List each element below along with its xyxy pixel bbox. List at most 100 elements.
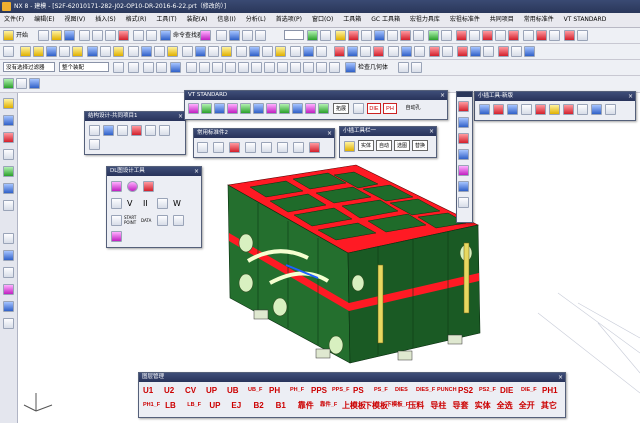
std-part-3-icon[interactable]	[229, 142, 240, 153]
small-tool-diamond-icon[interactable]	[344, 141, 355, 152]
redo-icon[interactable]	[146, 30, 157, 41]
layer-button-row2-3[interactable]: UP	[209, 399, 220, 412]
project-curve-icon[interactable]	[523, 30, 534, 41]
control-point-icon[interactable]	[225, 62, 236, 73]
feature-select-icon[interactable]	[143, 62, 154, 73]
layer-button-row1-5[interactable]: UB_F	[248, 384, 262, 397]
dl-ii-label[interactable]: II	[143, 198, 148, 209]
divide-curve-icon[interactable]	[564, 30, 575, 41]
dl-tool-b-icon[interactable]	[157, 215, 168, 226]
vt-tool-3-icon[interactable]	[214, 103, 225, 114]
vtool-6-icon[interactable]	[458, 181, 469, 192]
hd3d-tools-icon[interactable]	[3, 166, 14, 177]
offset-curve-icon[interactable]	[482, 30, 493, 41]
vtool-2-icon[interactable]	[458, 117, 469, 128]
struct-tool-2-icon[interactable]	[103, 125, 114, 136]
analysis-icon[interactable]	[398, 62, 409, 73]
menu-item-gc-toolbox[interactable]: GC 工具箱	[367, 13, 404, 27]
layer-button-row1-14[interactable]: PUNCH	[437, 384, 457, 397]
layer-button-row2-7[interactable]: 靠件	[298, 399, 314, 412]
layer-button-row1-1[interactable]: U2	[164, 384, 174, 397]
new-tool-8-icon[interactable]	[577, 104, 588, 115]
std-part-4-icon[interactable]	[245, 142, 256, 153]
rotate-icon[interactable]	[242, 30, 253, 41]
dl-hatch-icon[interactable]	[157, 198, 168, 209]
layer-button-row1-3[interactable]: UP	[206, 384, 217, 397]
layer-button-row2-18[interactable]: 其它	[541, 399, 557, 412]
constraint-navigator-icon[interactable]	[3, 115, 14, 126]
arc-icon[interactable]	[361, 30, 372, 41]
point-on-face-icon[interactable]	[303, 62, 314, 73]
measure-icon[interactable]	[428, 30, 439, 41]
snap-point-icon[interactable]	[186, 62, 197, 73]
menu-item-edit[interactable]: 编辑(E)	[30, 13, 58, 27]
dl-circle-icon[interactable]	[127, 181, 138, 192]
bridge-curve-icon[interactable]	[495, 30, 506, 41]
undo-icon[interactable]	[133, 30, 144, 41]
new-tool-5-icon[interactable]	[535, 104, 546, 115]
layer-button-row1-12[interactable]: DIES	[395, 384, 408, 397]
menu-item-toolbox[interactable]: 工具箱	[339, 13, 365, 27]
chamfer-icon[interactable]	[141, 46, 152, 57]
enlarge-icon[interactable]	[498, 46, 509, 57]
dl-data-label[interactable]: DATA	[141, 215, 151, 226]
dl-start-point-label[interactable]: START POINT	[124, 215, 138, 225]
layer-button-row2-8[interactable]: 靠件_F	[320, 399, 337, 412]
layer-button-row1-4[interactable]: UB	[227, 384, 239, 397]
start-label[interactable]: 开始	[16, 30, 28, 41]
curve-icon[interactable]	[456, 30, 467, 41]
copy-icon[interactable]	[92, 30, 103, 41]
datum-axis-icon[interactable]	[303, 46, 314, 57]
menu-item-preferences[interactable]: 首选项(P)	[272, 13, 306, 27]
close-icon[interactable]: ×	[178, 112, 183, 121]
menu-item-window[interactable]: 窗口(O)	[308, 13, 337, 27]
dl-square-icon[interactable]	[111, 181, 122, 192]
process-studio-icon[interactable]	[3, 250, 14, 261]
layer-button-row2-5[interactable]: B2	[254, 399, 264, 412]
layer-button-row1-15[interactable]: PS2	[458, 384, 473, 397]
vt-auto-hole-button[interactable]: 自动孔	[401, 103, 425, 114]
menu-item-tool-library[interactable]: 宏祖力具库	[406, 13, 444, 27]
spline-icon[interactable]	[469, 30, 480, 41]
small-tool-auto-button[interactable]: 自动	[376, 140, 392, 151]
shaded-icon[interactable]	[307, 30, 318, 41]
menu-item-insert[interactable]: 插入(S)	[91, 13, 120, 27]
copy-layer-icon[interactable]	[29, 78, 40, 89]
layer-button-row1-0[interactable]: U1	[143, 384, 153, 397]
struct-tool-6-icon[interactable]	[159, 125, 170, 136]
save-icon[interactable]	[64, 30, 75, 41]
vt-tool-7-icon[interactable]	[266, 103, 277, 114]
hole-icon[interactable]	[46, 46, 57, 57]
fit-view-icon[interactable]	[216, 30, 227, 41]
delete-icon[interactable]	[118, 30, 129, 41]
menu-item-assembly[interactable]: 装配(A)	[183, 13, 212, 27]
layer-settings-icon[interactable]	[3, 78, 14, 89]
vt-tool-9-icon[interactable]	[292, 103, 303, 114]
layer-button-row1-17[interactable]: DIE	[500, 384, 513, 397]
assembly-scope-dropdown[interactable]: 整个装配	[59, 62, 109, 72]
datum-plane-icon[interactable]	[290, 46, 301, 57]
curve-length-icon[interactable]	[577, 30, 588, 41]
plane-icon[interactable]	[387, 30, 398, 41]
patch-icon[interactable]	[414, 46, 425, 57]
end-point-icon[interactable]	[199, 62, 210, 73]
open-icon[interactable]	[51, 30, 62, 41]
intersect-icon[interactable]	[113, 46, 124, 57]
close-icon[interactable]: ×	[440, 91, 445, 100]
datum-csys-icon[interactable]	[316, 46, 327, 57]
close-icon[interactable]: ×	[327, 129, 332, 138]
layer-button-row2-16[interactable]: 全选	[497, 399, 513, 412]
deselect-icon[interactable]	[128, 62, 139, 73]
new-tool-9-icon[interactable]	[591, 104, 602, 115]
trim-sheet-icon[interactable]	[470, 46, 481, 57]
deviation-icon[interactable]	[411, 62, 422, 73]
law-extension-icon[interactable]	[524, 46, 535, 57]
close-icon[interactable]: ×	[558, 373, 563, 382]
dl-crosshair-icon[interactable]	[143, 181, 154, 192]
intersect-curve-icon[interactable]	[536, 30, 547, 41]
isoparametric-icon[interactable]	[549, 30, 560, 41]
vtool-4-icon[interactable]	[458, 149, 469, 160]
menu-item-common-project[interactable]: 共同项目	[486, 13, 518, 27]
mirror-icon[interactable]	[221, 46, 232, 57]
unite-icon[interactable]	[87, 46, 98, 57]
